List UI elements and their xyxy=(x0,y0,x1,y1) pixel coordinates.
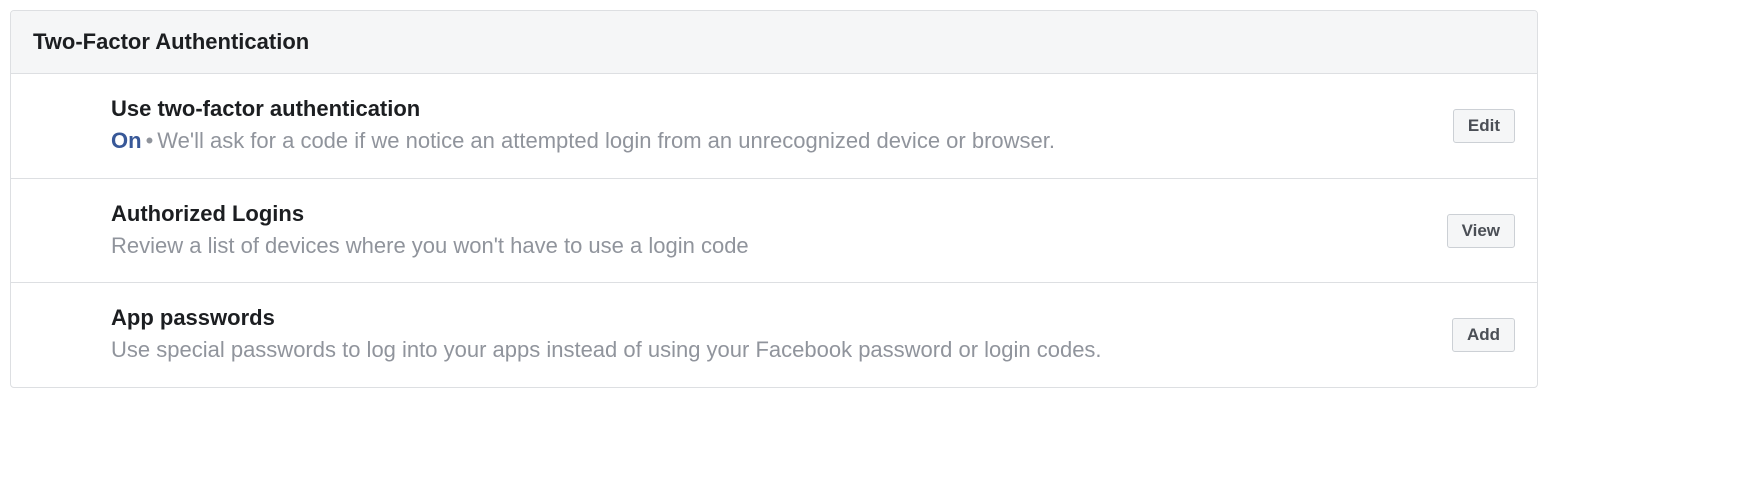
row-authorized-logins: Authorized Logins Review a list of devic… xyxy=(11,179,1537,284)
row-app-passwords: App passwords Use special passwords to l… xyxy=(11,283,1537,387)
row-title: Use two-factor authentication xyxy=(111,96,1433,122)
row-desc-text: We'll ask for a code if we notice an att… xyxy=(157,128,1055,153)
two-factor-panel: Two-Factor Authentication Use two-factor… xyxy=(10,10,1538,388)
row-action: View xyxy=(1447,214,1515,248)
row-title: Authorized Logins xyxy=(111,201,1427,227)
row-content: App passwords Use special passwords to l… xyxy=(111,305,1432,365)
row-desc-text: Review a list of devices where you won't… xyxy=(111,231,1427,261)
row-content: Use two-factor authentication On•We'll a… xyxy=(111,96,1433,156)
status-on-label: On xyxy=(111,128,142,153)
row-desc-text: Use special passwords to log into your a… xyxy=(111,335,1432,365)
row-content: Authorized Logins Review a list of devic… xyxy=(111,201,1427,261)
add-button[interactable]: Add xyxy=(1452,318,1515,352)
row-use-two-factor: Use two-factor authentication On•We'll a… xyxy=(11,74,1537,179)
panel-header: Two-Factor Authentication xyxy=(11,11,1537,74)
separator-dot: • xyxy=(146,128,154,153)
row-description: On•We'll ask for a code if we notice an … xyxy=(111,126,1433,156)
view-button[interactable]: View xyxy=(1447,214,1515,248)
row-title: App passwords xyxy=(111,305,1432,331)
row-action: Add xyxy=(1452,318,1515,352)
panel-title: Two-Factor Authentication xyxy=(33,29,1515,55)
row-action: Edit xyxy=(1453,109,1515,143)
edit-button[interactable]: Edit xyxy=(1453,109,1515,143)
